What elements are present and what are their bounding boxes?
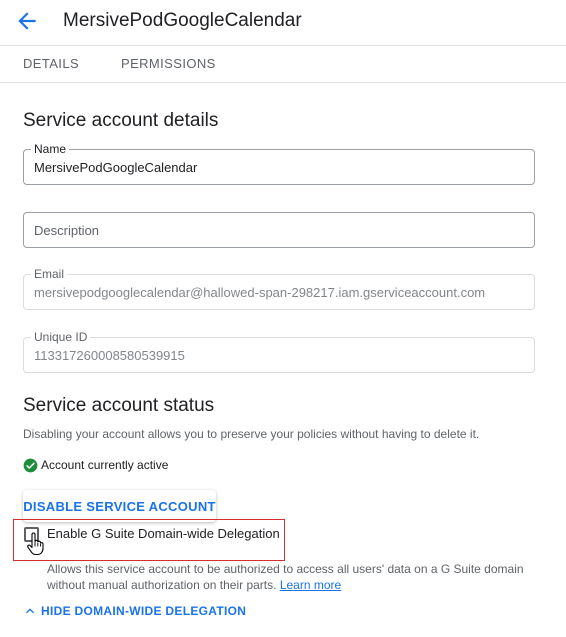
delegation-help: Allows this service account to be author… — [47, 561, 547, 593]
email-label: Email — [31, 267, 68, 281]
details-section-title: Service account details — [23, 110, 219, 131]
delegation-checkbox-label[interactable]: Enable G Suite Domain-wide Delegation — [47, 526, 280, 541]
active-status: Account currently active — [23, 457, 168, 473]
unique-id-field: Unique ID — [23, 330, 535, 373]
hand-pointer-icon — [27, 532, 44, 556]
unique-id-label: Unique ID — [31, 330, 91, 344]
status-section-title: Service account status — [23, 395, 215, 416]
email-field: Email — [23, 267, 535, 310]
name-field[interactable]: Name — [23, 142, 535, 185]
learn-more-link[interactable]: Learn more — [280, 578, 341, 592]
page-title: MersivePodGoogleCalendar — [63, 10, 302, 31]
disable-service-account-button[interactable]: DISABLE SERVICE ACCOUNT — [23, 490, 216, 522]
tab-bar: DETAILS PERMISSIONS — [0, 46, 566, 83]
email-input — [24, 275, 534, 309]
hide-delegation-toggle[interactable]: HIDE DOMAIN-WIDE DELEGATION — [22, 603, 246, 619]
tab-permissions[interactable]: PERMISSIONS — [121, 56, 216, 71]
top-bar: MersivePodGoogleCalendar — [0, 0, 566, 46]
active-status-text: Account currently active — [41, 458, 169, 472]
tab-details[interactable]: DETAILS — [23, 56, 79, 71]
unique-id-input — [24, 338, 534, 372]
hide-delegation-label: HIDE DOMAIN-WIDE DELEGATION — [41, 604, 247, 618]
name-input[interactable] — [24, 150, 534, 184]
arrow-left-icon[interactable] — [14, 8, 40, 34]
status-help-text: Disabling your account allows you to pre… — [23, 427, 480, 441]
check-circle-icon — [23, 458, 38, 472]
description-field[interactable] — [23, 212, 535, 248]
name-label: Name — [31, 142, 70, 156]
chevron-up-icon — [26, 608, 34, 614]
description-input[interactable] — [24, 213, 534, 247]
